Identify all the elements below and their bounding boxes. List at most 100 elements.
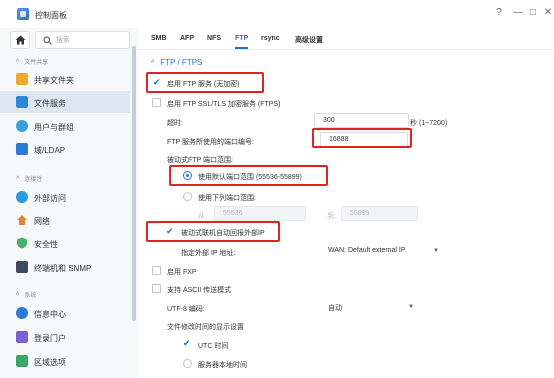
section-title: FTP / FTPS [160, 58, 203, 67]
sidebar-item-label: 外部访问 [34, 194, 66, 203]
regional-options-icon [16, 355, 28, 367]
search-input[interactable] [56, 35, 126, 46]
sidebar-item-label: 网络 [34, 217, 50, 226]
enable-ftps-label: 启用 FTP SSL/TLS 加密服务 (FTPS) [167, 101, 281, 108]
sidebar-item-regional-options[interactable]: 区域选项 [0, 350, 130, 372]
sidebar-item-label: 登录门户 [34, 334, 66, 343]
checkbox-ascii-mode[interactable] [152, 284, 161, 293]
report-external-ip-label: 被动式联机自动回报外部IP [181, 230, 265, 237]
chevron-down-icon: ▼ [408, 304, 414, 310]
terminal-icon [16, 261, 28, 273]
sidebar-item-label: 安全性 [34, 240, 58, 249]
to-input[interactable]: 55899 [341, 206, 418, 221]
sidebar: ^文件共享 共享文件夹 文件服务 用户与群组 域/LDAP ^连接性 外部访问 … [0, 28, 138, 378]
external-ip-select[interactable]: WAN: Default external IP ▼ [320, 244, 445, 259]
sidebar-item-label: 区域选项 [34, 358, 66, 367]
tab-rsync[interactable]: rsync [261, 35, 280, 42]
search-field[interactable] [35, 31, 130, 49]
section-header-ftp[interactable]: ^ FTP / FTPS [151, 58, 202, 67]
users-icon [16, 120, 28, 132]
group-label: 文件共享 [24, 60, 49, 66]
group-label: 系统 [24, 293, 37, 299]
from-input[interactable]: 55536 [214, 206, 306, 221]
chevron-up-icon: ^ [16, 292, 20, 299]
minimize-button[interactable]: — [512, 7, 524, 19]
sidebar-item-terminal-snmp[interactable]: 终端机和 SNMP [0, 256, 130, 278]
search-icon [43, 36, 52, 45]
sidebar-item-label: 信息中心 [34, 310, 66, 319]
sidebar-item-domain-ldap[interactable]: 域/LDAP [0, 138, 130, 160]
utf8-value: 自动 [328, 305, 342, 312]
custom-range-label: 使用下列端口范围: [198, 195, 256, 202]
sidebar-item-info-center[interactable]: 信息中心 [0, 302, 130, 324]
timeout-input[interactable]: 300 [314, 113, 409, 128]
sidebar-scrollbar[interactable] [132, 46, 136, 321]
checkbox-report-external-ip[interactable]: ✔ [166, 226, 174, 237]
sidebar-item-shared-folder[interactable]: 共享文件夹 [0, 68, 130, 90]
folder-icon [16, 73, 28, 85]
file-services-icon [16, 96, 28, 108]
sidebar-item-label: 域/LDAP [34, 146, 66, 155]
radio-server-time[interactable] [183, 359, 192, 368]
main-panel: SMB AFP NFS FTP rsync 高级设置 ^ FTP / FTPS ✔… [138, 28, 554, 378]
to-label: 到: [327, 213, 336, 220]
chevron-up-icon: ^ [151, 60, 155, 67]
radio-custom-range[interactable] [183, 192, 192, 201]
external-ip-label: 指定外部 IP 地址: [181, 250, 236, 257]
sidebar-item-security[interactable]: 安全性 [0, 232, 130, 254]
sidebar-item-login-portal[interactable]: 登录门户 [0, 326, 130, 348]
default-range-label: 使用默认端口范围 (55536-55899) [198, 174, 302, 181]
help-button[interactable]: ? [493, 7, 505, 19]
group-file-sharing[interactable]: ^ 文件共享 [16, 57, 48, 66]
login-portal-icon [16, 331, 28, 343]
home-icon [15, 35, 26, 45]
passive-range-label: 被动式FTP 端口范围: [167, 157, 233, 164]
sidebar-item-label: 文件服务 [34, 99, 66, 108]
control-panel-icon [17, 8, 29, 20]
ascii-mode-label: 支持 ASCII 传送模式 [167, 287, 232, 294]
time-display-label: 文件修改时间的显示设置 [167, 324, 244, 331]
enable-ftp-label: 启用 FTP 服务 (无加密) [167, 81, 240, 88]
sidebar-item-network[interactable]: 网络 [0, 209, 130, 231]
server-time-label: 服务器本地时间 [198, 362, 247, 369]
tab-advanced[interactable]: 高级设置 [295, 35, 323, 45]
maximize-button[interactable]: □ [527, 7, 539, 19]
port-label: FTP 服务所使用的端口编号: [167, 139, 254, 146]
shield-icon [17, 237, 27, 249]
tab-ftp[interactable]: FTP [235, 35, 249, 49]
sidebar-toolbar [10, 31, 132, 51]
tab-nfs[interactable]: NFS [207, 35, 221, 42]
highlight-box [312, 128, 412, 148]
network-icon [17, 215, 27, 225]
checkbox-enable-ftps[interactable] [152, 98, 161, 107]
home-button[interactable] [10, 31, 30, 49]
utf8-select[interactable]: 自动 ▼ [320, 300, 420, 315]
from-label: 从: [198, 213, 207, 220]
info-icon [16, 307, 28, 319]
enable-fxp-label: 启用 FXP [167, 269, 197, 276]
sidebar-item-label: 共享文件夹 [34, 76, 74, 85]
timeout-unit: 秒 (1~7200) [410, 120, 448, 127]
external-access-icon [16, 191, 28, 203]
sidebar-item-file-services[interactable]: 文件服务 [0, 91, 130, 113]
sidebar-item-user-group[interactable]: 用户与群组 [0, 115, 130, 137]
domain-icon [16, 143, 28, 155]
chevron-up-icon: ^ [16, 176, 20, 183]
timeout-label: 超时: [167, 120, 183, 127]
group-label: 连接性 [24, 177, 43, 183]
close-button[interactable]: ✕ [542, 7, 554, 19]
group-system[interactable]: ^ 系统 [16, 290, 36, 299]
tab-afp[interactable]: AFP [180, 35, 194, 42]
checkbox-enable-ftp[interactable]: ✔ [153, 77, 161, 88]
sidebar-item-external-access[interactable]: 外部访问 [0, 186, 130, 208]
sidebar-item-label: 用户与群组 [34, 123, 74, 132]
tab-smb[interactable]: SMB [151, 35, 167, 42]
radio-utc-time[interactable]: ✔ [183, 338, 191, 349]
window-title: 控制面板 [35, 11, 67, 20]
radio-default-range[interactable] [183, 171, 192, 180]
checkbox-enable-fxp[interactable] [152, 266, 161, 275]
tab-bar: SMB AFP NFS FTP rsync 高级设置 [138, 28, 554, 50]
external-ip-value: WAN: Default external IP [328, 247, 406, 254]
group-connectivity[interactable]: ^ 连接性 [16, 174, 42, 183]
sidebar-item-label: 终端机和 SNMP [34, 264, 92, 273]
